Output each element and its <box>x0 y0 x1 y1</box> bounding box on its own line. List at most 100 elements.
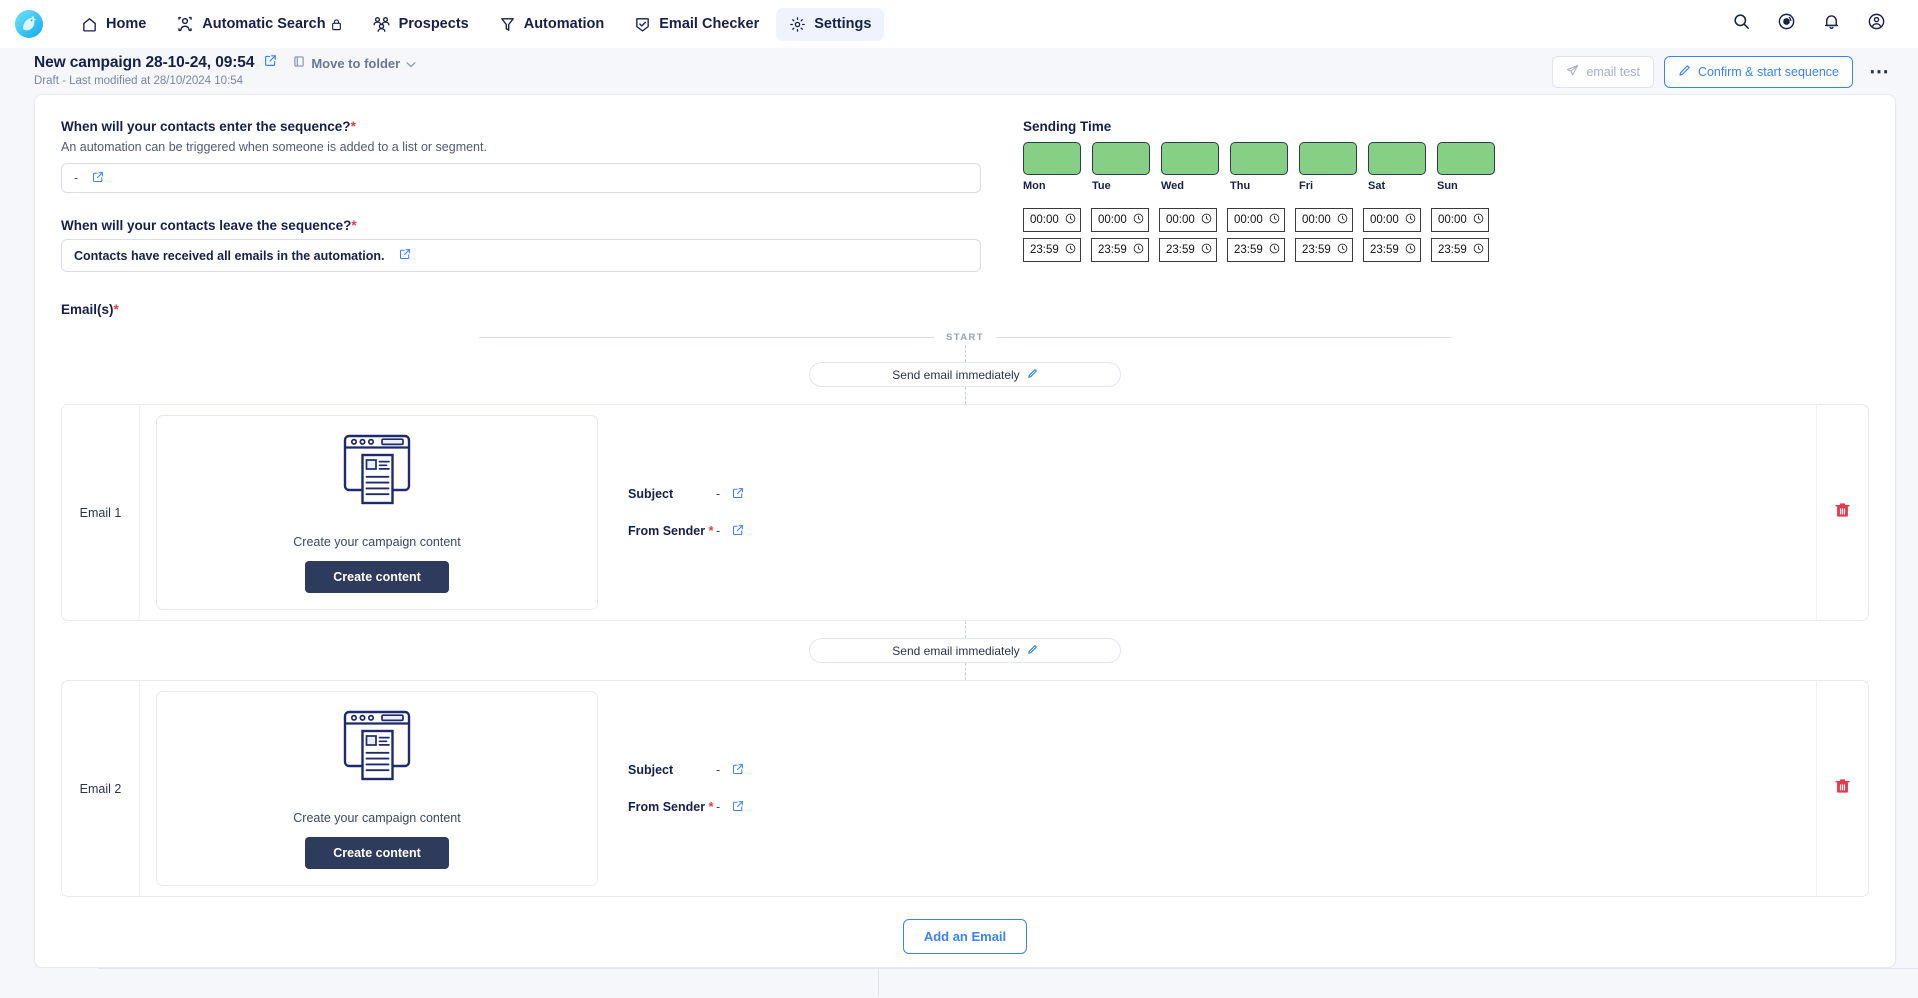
leave-sequence-value: Contacts have received all emails in the… <box>74 248 385 263</box>
trash-icon[interactable] <box>1835 502 1850 523</box>
end-time-value: 23:59 <box>1370 244 1399 256</box>
email-1-meta-col: Subject - From Sender * - <box>610 405 1816 620</box>
nav-item-automation[interactable]: Automation <box>486 8 618 41</box>
add-email-button[interactable]: Add an Email <box>902 919 1028 954</box>
day-toggle-wed: Wed <box>1161 142 1219 192</box>
confirm-start-sequence-button[interactable]: Confirm & start sequence <box>1663 56 1853 88</box>
bell-icon[interactable] <box>1822 12 1841 36</box>
day-label: Sun <box>1437 180 1458 192</box>
trash-icon[interactable] <box>1835 778 1850 799</box>
enter-sequence-field[interactable]: - <box>61 163 981 193</box>
enter-sequence-question-text: When will your contacts enter the sequen… <box>61 119 351 134</box>
clock-icon <box>1473 243 1484 257</box>
email-2-content-placeholder: Create your campaign content Create cont… <box>156 691 598 886</box>
start-time-fri[interactable]: 00:00 <box>1295 208 1353 232</box>
start-time-value: 00:00 <box>1234 214 1263 226</box>
day-toggle-box[interactable] <box>1023 142 1081 175</box>
clock-icon <box>1201 213 1212 227</box>
end-time-mon[interactable]: 23:59 <box>1023 238 1081 262</box>
end-time-value: 23:59 <box>1030 244 1059 256</box>
nav-items: Home Automatic Search Prospects Automati… <box>68 7 885 41</box>
end-time-sun[interactable]: 23:59 <box>1431 238 1489 262</box>
edit-square-icon[interactable] <box>92 171 104 186</box>
day-label: Wed <box>1161 180 1185 192</box>
move-to-folder-label: Move to folder <box>311 55 401 71</box>
day-label: Tue <box>1092 180 1111 192</box>
more-dots-icon[interactable]: ⋯ <box>1863 62 1896 82</box>
start-time-value: 00:00 <box>1438 214 1467 226</box>
day-toggle-box[interactable] <box>1230 142 1288 175</box>
delay-pill-2[interactable]: Send email immediately <box>809 638 1121 663</box>
email-test-button[interactable]: email test <box>1552 56 1654 88</box>
pencil-icon[interactable] <box>1027 368 1038 382</box>
account-icon[interactable] <box>1867 12 1886 36</box>
top-columns: When will your contacts enter the sequen… <box>61 119 1869 272</box>
end-time-tue[interactable]: 23:59 <box>1091 238 1149 262</box>
start-time-sat[interactable]: 00:00 <box>1363 208 1421 232</box>
email-1-content-placeholder: Create your campaign content Create cont… <box>156 415 598 610</box>
start-line-right <box>995 336 1451 338</box>
day-toggle-box[interactable] <box>1092 142 1150 175</box>
gear-icon <box>789 16 806 33</box>
start-time-mon[interactable]: 00:00 <box>1023 208 1081 232</box>
end-time-sat[interactable]: 23:59 <box>1363 238 1421 262</box>
edit-square-icon[interactable] <box>732 524 744 539</box>
pencil-icon[interactable] <box>1027 644 1038 658</box>
help-circle-icon[interactable] <box>1777 12 1796 36</box>
campaign-title-row: New campaign 28-10-24, 09:54 Move to fol… <box>34 54 416 72</box>
day-toggle-box[interactable] <box>1437 142 1495 175</box>
page-body: New campaign 28-10-24, 09:54 Move to fol… <box>0 48 1918 998</box>
nav-item-email-checker[interactable]: Email Checker <box>621 8 772 41</box>
delay-pill-2-label: Send email immediately <box>892 643 1020 658</box>
email-card-1: Email 1 Create your campaign content Cre… <box>61 404 1869 621</box>
nav-label-email-checker: Email Checker <box>659 16 760 32</box>
edit-square-icon[interactable] <box>732 487 744 502</box>
move-to-folder-button[interactable]: Move to folder <box>293 55 416 71</box>
start-time-thu[interactable]: 00:00 <box>1227 208 1285 232</box>
nav-item-prospects[interactable]: Prospects <box>359 7 482 41</box>
start-time-value: 00:00 <box>1098 214 1127 226</box>
unicorn-logo[interactable] <box>14 9 44 39</box>
start-time-wed[interactable]: 00:00 <box>1159 208 1217 232</box>
email-1-create-content-button[interactable]: Create content <box>305 561 449 593</box>
email-1-content-caption: Create your campaign content <box>293 535 461 549</box>
day-toggle-box[interactable] <box>1299 142 1357 175</box>
day-toggle-box[interactable] <box>1368 142 1426 175</box>
edit-square-icon[interactable] <box>399 248 411 263</box>
start-time-tue[interactable]: 00:00 <box>1091 208 1149 232</box>
emails-section-title-text: Email(s) <box>61 302 114 317</box>
enter-sequence-question: When will your contacts enter the sequen… <box>61 119 981 134</box>
end-time-wed[interactable]: 23:59 <box>1159 238 1217 262</box>
start-time-sun[interactable]: 00:00 <box>1431 208 1489 232</box>
leave-sequence-field[interactable]: Contacts have received all emails in the… <box>61 239 981 272</box>
day-toggle-thu: Thu <box>1230 142 1288 192</box>
nav-label-automation: Automation <box>523 16 605 32</box>
email-1-subject-key: Subject <box>628 487 674 501</box>
day-toggle-box[interactable] <box>1161 142 1219 175</box>
edit-square-icon[interactable] <box>732 763 744 778</box>
delay-pill-1[interactable]: Send email immediately <box>809 362 1121 387</box>
page-inner: New campaign 28-10-24, 09:54 Move to fol… <box>34 48 1896 968</box>
day-label: Thu <box>1230 180 1251 192</box>
email-2-create-content-button[interactable]: Create content <box>305 837 449 869</box>
day-toggle-fri: Fri <box>1299 142 1357 192</box>
edit-square-icon[interactable] <box>732 800 744 815</box>
sending-time-inputs: 00:00 00:00 00:00 00:00 00:00 00:00 00:0… <box>1023 208 1869 262</box>
enter-sequence-help: An automation can be triggered when some… <box>61 140 487 154</box>
day-toggle-mon: Mon <box>1023 142 1081 192</box>
search-icon[interactable] <box>1732 12 1751 36</box>
end-time-value: 23:59 <box>1098 244 1127 256</box>
nav-item-settings[interactable]: Settings <box>776 7 885 41</box>
email-2-delete-col <box>1816 681 1868 896</box>
start-label: START <box>946 331 984 343</box>
nav-item-automatic-search[interactable]: Automatic Search <box>163 7 354 41</box>
day-toggle-sun: Sun <box>1437 142 1495 192</box>
nav-item-home[interactable]: Home <box>68 8 159 41</box>
end-time-thu[interactable]: 23:59 <box>1227 238 1285 262</box>
leave-sequence-question-text: When will your contacts leave the sequen… <box>61 218 352 233</box>
end-time-value: 23:59 <box>1166 244 1195 256</box>
end-time-fri[interactable]: 23:59 <box>1295 238 1353 262</box>
edit-square-icon[interactable] <box>264 54 277 72</box>
bottom-strip <box>0 968 1918 998</box>
email-2-sender-value: - <box>716 800 721 814</box>
